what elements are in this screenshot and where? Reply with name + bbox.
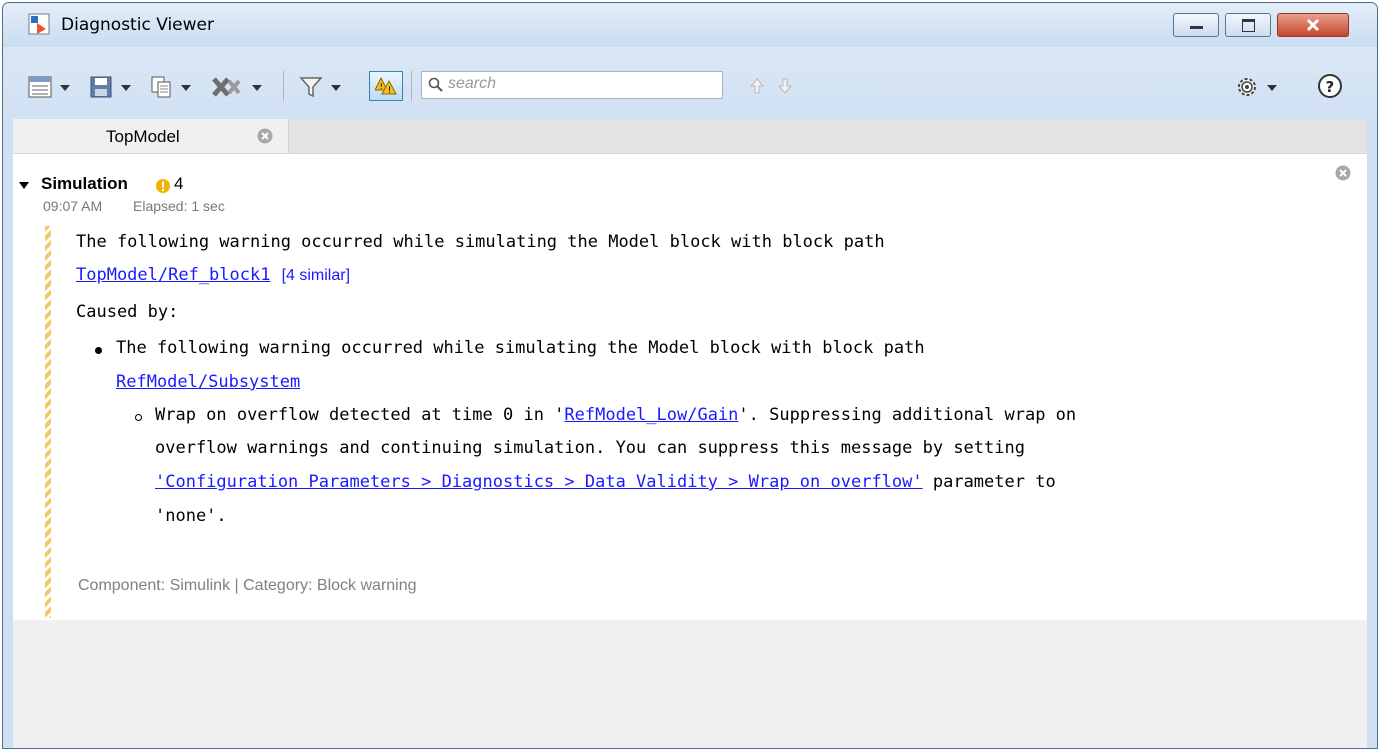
- chevron-down-icon: [252, 85, 262, 91]
- delete-icon: [212, 77, 241, 97]
- diagnostic-viewer-window: Diagnostic Viewer ! ! search ? TopModel …: [2, 2, 1378, 749]
- tab-bar: TopModel: [13, 119, 1367, 154]
- section-elapsed: Elapsed: 1 sec: [133, 198, 225, 214]
- collapse-section-icon[interactable]: [18, 181, 30, 191]
- chevron-down-icon: [121, 85, 131, 91]
- caused-by-label: Caused by:: [76, 302, 179, 322]
- warning-count-icon: [156, 179, 170, 193]
- warning-count: 4: [174, 174, 184, 193]
- copy-menu-button[interactable]: [148, 75, 194, 99]
- warning-icon: ! !: [375, 76, 397, 96]
- block-path-link[interactable]: TopModel/Ref_block1: [76, 265, 270, 285]
- gain-block-link[interactable]: RefModel_Low/Gain: [564, 405, 738, 425]
- toolbar: ! ! search ?: [13, 63, 1355, 109]
- empty-area: [13, 620, 1367, 748]
- sub-text-pre: Wrap on overflow detected at time 0 in ': [155, 405, 565, 425]
- title-bar: Diagnostic Viewer: [3, 3, 1377, 47]
- tab-topmodel[interactable]: TopModel: [13, 119, 289, 153]
- bullet-1-text: The following warning occurred while sim…: [116, 338, 925, 358]
- chevron-down-icon: [331, 85, 341, 91]
- minimize-button[interactable]: [1173, 13, 1219, 37]
- previous-result-icon[interactable]: [749, 77, 765, 95]
- svg-text:?: ?: [1326, 78, 1335, 96]
- sub-bullet-line-4: 'none'.: [155, 506, 227, 526]
- warnings-toggle-button[interactable]: ! !: [369, 71, 403, 101]
- search-input[interactable]: search: [421, 71, 723, 99]
- sub-line3-post: parameter to: [922, 472, 1056, 492]
- sub-bullet-line-2: overflow warnings and continuing simulat…: [155, 438, 1025, 458]
- component-category: Component: Simulink | Category: Block wa…: [78, 577, 417, 594]
- filter-icon: [299, 77, 323, 98]
- report-view-icon: [28, 76, 52, 98]
- warning-line-1: The following warning occurred while sim…: [76, 232, 885, 252]
- search-placeholder: search: [448, 75, 497, 92]
- chevron-down-icon: [60, 85, 70, 91]
- subsystem-link[interactable]: RefModel/Subsystem: [116, 372, 300, 392]
- save-icon: [90, 76, 112, 98]
- toolbar-separator: [411, 71, 412, 101]
- section-title[interactable]: Simulation: [41, 174, 128, 194]
- close-icon: [1306, 18, 1320, 32]
- search-icon: [428, 77, 443, 92]
- svg-text:!: !: [380, 82, 383, 91]
- view-menu-button[interactable]: [27, 75, 73, 99]
- window-title: Diagnostic Viewer: [61, 15, 214, 35]
- help-icon[interactable]: ?: [1317, 73, 1343, 99]
- settings-menu-button[interactable]: [1235, 75, 1281, 99]
- close-window-button[interactable]: [1277, 13, 1349, 37]
- configuration-parameters-link[interactable]: 'Configuration Parameters > Diagnostics …: [155, 472, 923, 492]
- maximize-button[interactable]: [1225, 13, 1271, 37]
- svg-text:!: !: [388, 86, 392, 96]
- minimize-icon: [1190, 26, 1203, 29]
- similar-count-link[interactable]: [4 similar]: [282, 267, 350, 284]
- sub-text-post: '. Suppressing additional wrap on: [738, 405, 1077, 425]
- section-time: 09:07 AM: [43, 198, 103, 214]
- copy-icon: [151, 76, 171, 98]
- next-result-icon[interactable]: [777, 77, 793, 95]
- gear-icon: [1238, 78, 1256, 96]
- close-section-icon[interactable]: [1335, 165, 1351, 181]
- toolbar-separator: [283, 71, 284, 101]
- clear-menu-button[interactable]: [209, 75, 269, 99]
- chevron-down-icon: [181, 85, 191, 91]
- maximize-icon: [1242, 19, 1255, 32]
- bullet-marker: [95, 347, 102, 354]
- close-tab-icon[interactable]: [257, 128, 273, 144]
- tab-label: TopModel: [106, 127, 180, 146]
- sub-bullet-line-3: 'Configuration Parameters > Diagnostics …: [155, 472, 1056, 492]
- warning-stripe: [45, 226, 51, 618]
- save-menu-button[interactable]: [88, 75, 134, 99]
- sub-bullet-marker: [135, 414, 142, 421]
- sub-bullet-line-1: Wrap on overflow detected at time 0 in '…: [155, 405, 1076, 425]
- simulink-app-icon: [28, 13, 50, 35]
- diagnostic-content: Simulation 4 09:07 AM Elapsed: 1 sec The…: [13, 154, 1367, 620]
- filter-menu-button[interactable]: [298, 75, 344, 99]
- chevron-down-icon: [1267, 85, 1277, 91]
